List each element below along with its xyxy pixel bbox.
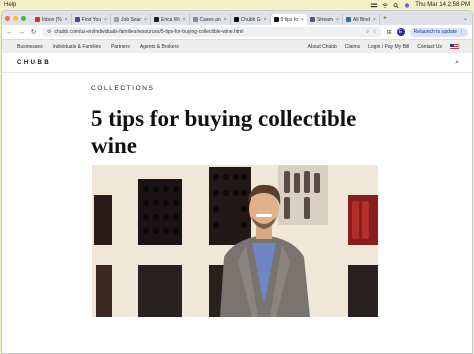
tab-close-icon[interactable]: × bbox=[183, 17, 186, 23]
forward-icon[interactable]: → bbox=[18, 29, 25, 36]
extensions-icon[interactable]: ⊞ bbox=[387, 29, 392, 36]
search-icon[interactable]: ⌕ bbox=[455, 59, 459, 67]
address-bar[interactable]: ⚙ chubb.com/us-en/individuals-families/r… bbox=[42, 27, 382, 37]
profile-avatar[interactable]: E bbox=[396, 28, 405, 36]
browser-tab[interactable]: Erica Wi × bbox=[151, 14, 190, 25]
tab-strip: Inbox (% × Find You × Job Sear × Erica Wi × Case… bbox=[2, 11, 472, 25]
browser-tab[interactable]: Cases an × bbox=[190, 14, 231, 25]
tab-favicon-icon bbox=[192, 17, 198, 22]
tab-label: Job Sear bbox=[121, 16, 142, 23]
brand-header: CHUBB ⌕ bbox=[2, 53, 472, 73]
close-window-button[interactable] bbox=[5, 15, 10, 21]
browser-tab[interactable]: Chubb G × bbox=[231, 14, 271, 25]
tab-label: Stream bbox=[316, 16, 334, 23]
article-title: 5 tips for buying collectible wine bbox=[91, 106, 357, 158]
menu-bar: Help Thu Mar 14 2:58 PM bbox=[0, 0, 474, 10]
top-nav-right-links: About Chubb Claims Login / Pay My Bill Cont… bbox=[308, 44, 442, 50]
minimize-window-button[interactable] bbox=[13, 15, 18, 21]
browser-tab[interactable]: All Bind × bbox=[343, 14, 380, 25]
top-nav-link[interactable]: Partners bbox=[111, 44, 130, 50]
us-flag-icon[interactable] bbox=[450, 43, 459, 50]
zoom-window-button[interactable] bbox=[21, 15, 26, 21]
tab-favicon-icon bbox=[346, 17, 351, 22]
tab-close-icon[interactable]: × bbox=[144, 17, 147, 23]
tab-favicon-icon bbox=[35, 17, 40, 22]
top-nav-link[interactable]: Agents & Brokers bbox=[140, 44, 179, 50]
site-info-icon[interactable]: ⚙ bbox=[47, 29, 51, 35]
relaunch-button[interactable]: Relaunch to update ⋮ bbox=[409, 27, 468, 37]
tab-label: 5 tips fo bbox=[280, 16, 299, 23]
search-spotlight-icon[interactable] bbox=[393, 2, 399, 8]
tab-close-icon[interactable]: × bbox=[224, 17, 227, 23]
tab-favicon-icon bbox=[273, 17, 279, 22]
new-tab-icon[interactable]: + bbox=[383, 15, 387, 22]
siri-icon[interactable] bbox=[404, 2, 410, 8]
tab-favicon-icon bbox=[309, 17, 315, 22]
browser-tab[interactable]: Find You × bbox=[72, 14, 112, 25]
article-category: COLLECTIONS bbox=[91, 85, 155, 92]
top-nav-link[interactable]: Individuals & Families bbox=[53, 44, 101, 50]
top-nav-link[interactable]: About Chubb bbox=[308, 44, 337, 50]
back-icon[interactable]: ← bbox=[6, 29, 13, 36]
tab-close-icon[interactable]: × bbox=[264, 17, 267, 23]
browser-tab[interactable]: Stream × bbox=[307, 14, 343, 25]
tab-label: Find You bbox=[81, 16, 102, 23]
top-nav-link[interactable]: Login / Pay My Bill bbox=[368, 44, 409, 50]
clock[interactable]: Thu Mar 14 2:58 PM bbox=[415, 2, 470, 8]
top-nav-left: Businesses Individuals & Families Partners… bbox=[17, 44, 179, 50]
zoom-icon[interactable]: ⌕ bbox=[366, 29, 369, 35]
tab-close-icon[interactable]: × bbox=[301, 17, 304, 23]
tab-close-icon[interactable]: × bbox=[104, 17, 107, 23]
control-center-icon[interactable] bbox=[371, 3, 378, 8]
tab-label: Erica Wi bbox=[160, 16, 180, 23]
site-top-nav: Businesses Individuals & Families Partners… bbox=[2, 40, 472, 53]
reload-icon[interactable]: ↻ bbox=[30, 28, 37, 36]
browser-tab[interactable]: 5 tips fo × bbox=[270, 14, 307, 25]
browser-tab[interactable]: Job Sear × bbox=[111, 14, 151, 25]
hero-image bbox=[92, 165, 378, 317]
top-nav-right: About Chubb Claims Login / Pay My Bill Cont… bbox=[308, 43, 459, 50]
browser-window: Inbox (% × Find You × Job Sear × Erica Wi × Case… bbox=[1, 10, 473, 354]
menu-help[interactable]: Help bbox=[4, 2, 16, 8]
tabs-container: Inbox (% × Find You × Job Sear × Erica Wi × Case… bbox=[32, 11, 380, 25]
tab-close-icon[interactable]: × bbox=[336, 17, 339, 23]
tab-label: Inbox (% bbox=[42, 16, 62, 23]
chubb-logo[interactable]: CHUBB bbox=[17, 60, 51, 66]
top-nav-link[interactable]: Businesses bbox=[17, 44, 43, 50]
wifi-icon[interactable] bbox=[382, 2, 389, 8]
bookmark-star-icon[interactable]: ☆ bbox=[372, 29, 376, 35]
tab-close-icon[interactable]: × bbox=[65, 17, 68, 23]
wine-cellar-illustration bbox=[92, 165, 378, 317]
tab-search-chevron-icon[interactable]: ⌄ bbox=[463, 15, 468, 22]
tab-close-icon[interactable]: × bbox=[373, 17, 376, 23]
tab-favicon-icon bbox=[153, 17, 159, 22]
tab-label: All Bind bbox=[353, 16, 370, 23]
window-controls bbox=[5, 15, 26, 21]
more-menu-icon: ⋮ bbox=[459, 29, 464, 35]
relaunch-label: Relaunch to update bbox=[413, 29, 457, 35]
tab-label: Chubb G bbox=[240, 16, 261, 23]
tab-favicon-icon bbox=[233, 17, 239, 22]
url-text[interactable]: chubb.com/us-en/individuals-families/res… bbox=[54, 29, 363, 35]
tab-label: Cases an bbox=[199, 16, 221, 23]
tab-favicon-icon bbox=[114, 17, 120, 22]
browser-toolbar: ← → ↻ ⚙ chubb.com/us-en/individuals-fami… bbox=[2, 25, 472, 40]
status-area: Thu Mar 14 2:58 PM bbox=[371, 2, 470, 8]
browser-tab[interactable]: Inbox (% × bbox=[32, 14, 72, 25]
tab-favicon-icon bbox=[74, 17, 80, 22]
top-nav-link[interactable]: Contact Us bbox=[417, 44, 442, 50]
top-nav-link[interactable]: Claims bbox=[345, 44, 360, 50]
